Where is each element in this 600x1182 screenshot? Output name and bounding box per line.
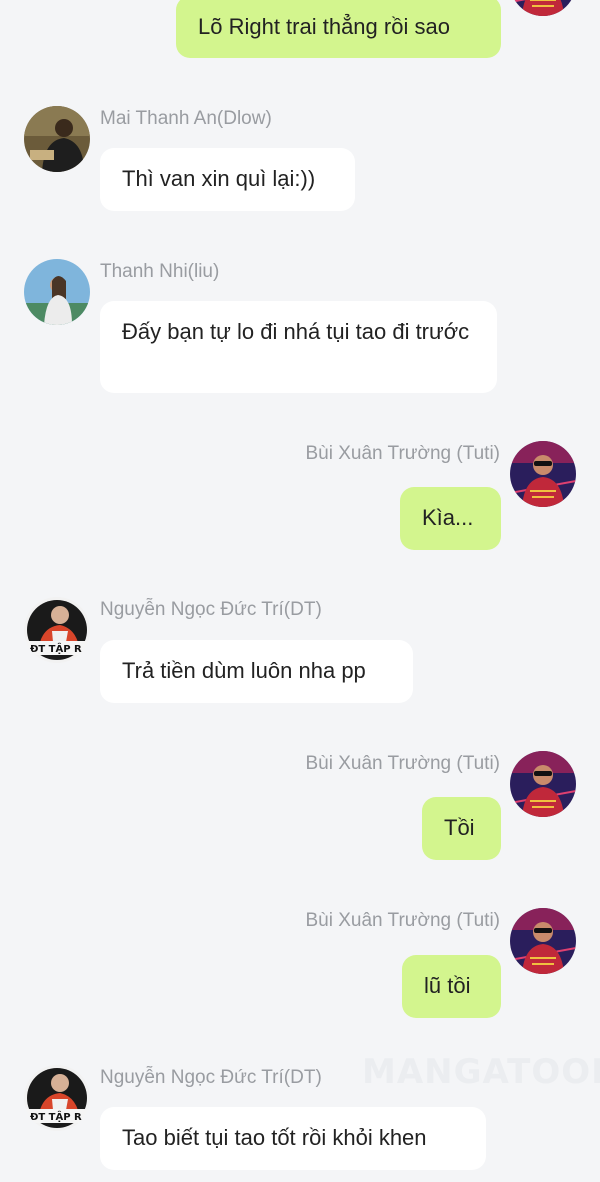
user-avatar[interactable] bbox=[510, 441, 576, 507]
sender-name: Bùi Xuân Trường (Tuti) bbox=[305, 753, 501, 774]
user-avatar[interactable] bbox=[510, 908, 576, 974]
sender-name: Thanh Nhi(liu) bbox=[100, 261, 220, 282]
sender-name: Nguyễn Ngọc Đức Trí(DT) bbox=[100, 599, 322, 620]
chat-bubble[interactable]: Đấy bạn tự lo đi nhá tụi tao đi trước bbox=[100, 301, 497, 393]
chat-bubble[interactable]: Tao biết tụi tao tốt rồi khỏi khen bbox=[100, 1107, 486, 1170]
watermark-logo: MANGATOON bbox=[362, 1052, 600, 1092]
chat-bubble[interactable]: lũ tồi bbox=[402, 955, 501, 1018]
sender-name: Bùi Xuân Trường (Tuti) bbox=[305, 910, 501, 931]
user-avatar[interactable] bbox=[510, 0, 576, 16]
chat-bubble[interactable]: Lõ Right trai thẳng rồi sao bbox=[176, 0, 501, 58]
user-avatar[interactable] bbox=[24, 597, 90, 663]
sender-name: Nguyễn Ngọc Đức Trí(DT) bbox=[100, 1067, 322, 1088]
chat-bubble[interactable]: Trả tiền dùm luôn nha pp bbox=[100, 640, 413, 703]
sender-name: Bùi Xuân Trường (Tuti) bbox=[305, 443, 501, 464]
user-avatar[interactable] bbox=[510, 751, 576, 817]
user-avatar[interactable] bbox=[24, 106, 90, 172]
chat-bubble[interactable]: Tồi bbox=[422, 797, 501, 860]
chat-bubble[interactable]: Kìa... bbox=[400, 487, 501, 550]
sender-name: Mai Thanh An(Dlow) bbox=[100, 108, 272, 129]
user-avatar[interactable] bbox=[24, 1065, 90, 1131]
user-avatar[interactable] bbox=[24, 259, 90, 325]
chat-bubble[interactable]: Thì van xin quì lại:)) bbox=[100, 148, 355, 211]
